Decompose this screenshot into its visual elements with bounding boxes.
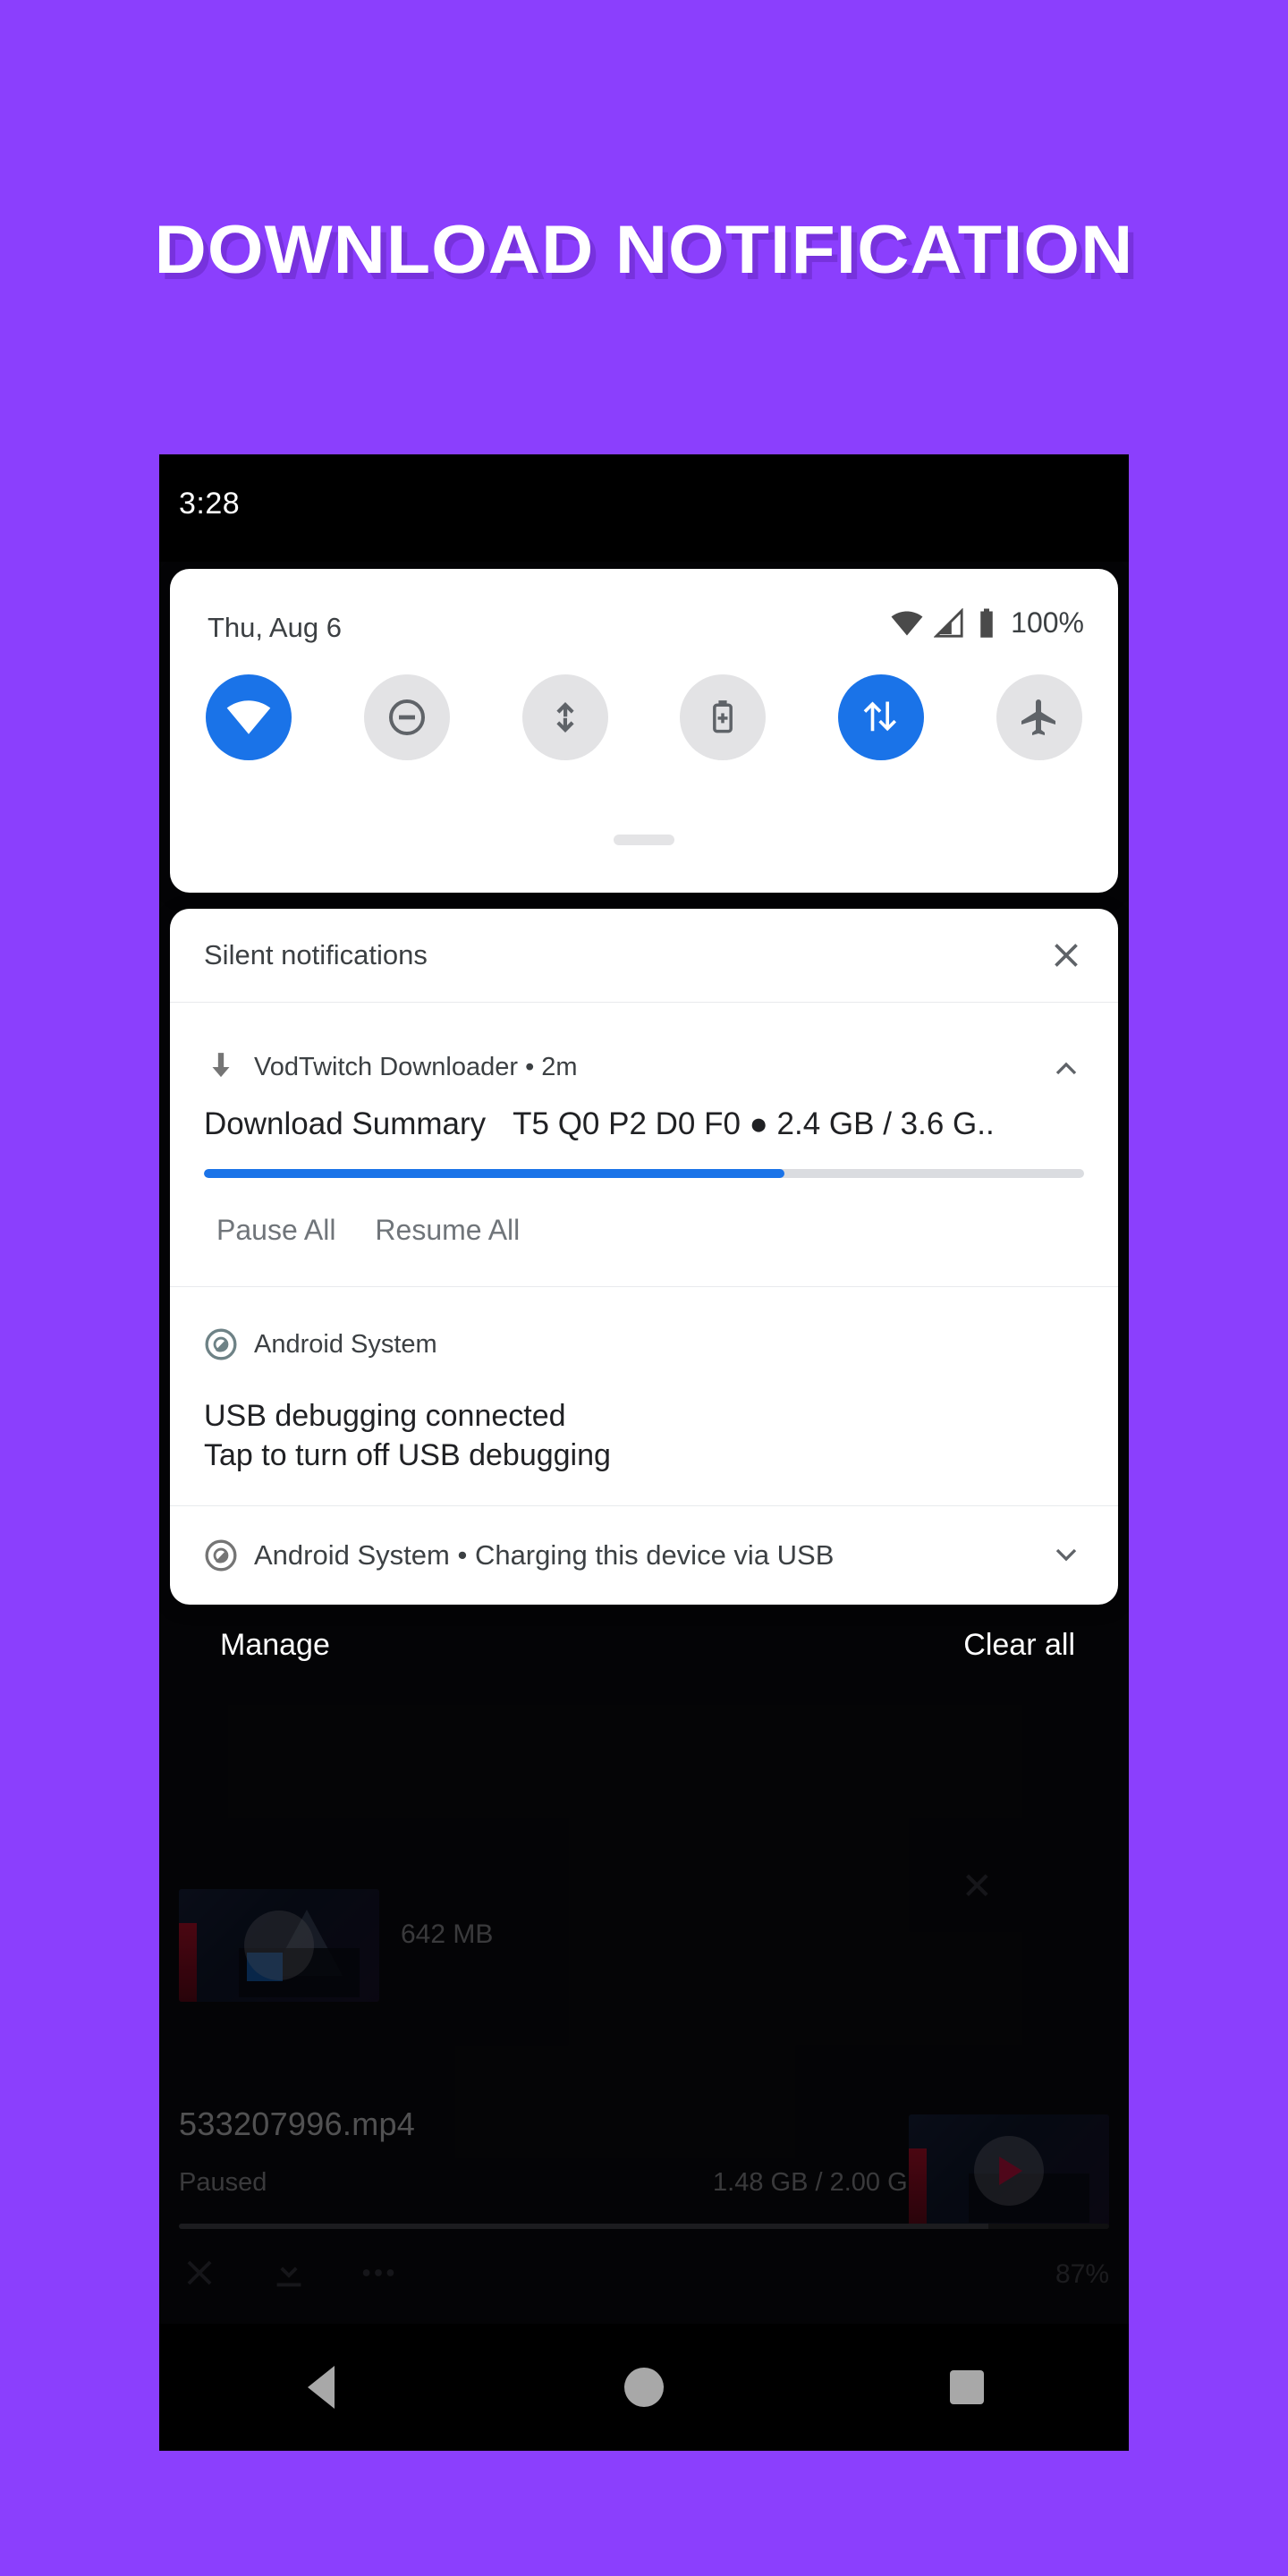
- download-progress-bar: [204, 1169, 1084, 1178]
- download-summary-row: Download Summary T5 Q0 P2 D0 F0 ● 2.4 GB…: [170, 1099, 1118, 1142]
- qs-date: Thu, Aug 6: [208, 612, 342, 643]
- notification-app-name: Android System: [254, 1329, 437, 1359]
- app-name-text: VodTwitch Downloader: [254, 1052, 518, 1081]
- wifi-icon: [226, 700, 271, 734]
- auto-rotate-icon: [555, 702, 574, 733]
- qs-tile-wifi[interactable]: [206, 674, 292, 760]
- notification-subtitle: Tap to turn off USB debugging: [204, 1438, 611, 1473]
- shade-footer: Manage Clear all: [159, 1608, 1129, 1694]
- notification-usb-debugging[interactable]: Android System USB debugging connected T…: [170, 1287, 1118, 1507]
- phone-frame: 642 MB ✕ 533207996.mp4 Paused 1.48 GB / …: [159, 454, 1129, 2451]
- download-summary-title: Download Summary: [204, 1106, 487, 1141]
- resume-all-button[interactable]: Resume All: [355, 1201, 539, 1259]
- notification-app-row: Android System: [170, 1312, 1118, 1377]
- notification-download-summary[interactable]: VodTwitch Downloader • 2m Download Summa…: [170, 1003, 1118, 1287]
- notification-app-row: VodTwitch Downloader • 2m: [170, 1035, 1118, 1099]
- back-triangle-icon: [307, 2366, 335, 2409]
- nav-recents-button[interactable]: [913, 2343, 1021, 2432]
- notification-body: USB debugging connected Tap to turn off …: [170, 1377, 1118, 1475]
- silent-notifications-header: Silent notifications: [170, 909, 1118, 1003]
- cell-signal-icon: [934, 607, 963, 638]
- download-action-row: Pause All Resume All: [170, 1178, 1118, 1286]
- download-summary-detail: T5 Q0 P2 D0 F0 ● 2.4 GB / 3.6 G..: [513, 1106, 995, 1141]
- notification-app-name: VodTwitch Downloader • 2m: [254, 1053, 578, 1082]
- qs-drag-handle[interactable]: [614, 835, 674, 845]
- download-arrow-icon: [212, 1053, 230, 1078]
- qs-tile-mobile-data[interactable]: [838, 674, 925, 760]
- home-circle-icon: [623, 2368, 664, 2407]
- status-bar: 3:28: [159, 454, 1129, 562]
- separator: •: [525, 1052, 535, 1081]
- notification-title: USB debugging connected: [204, 1399, 566, 1433]
- notification-charging[interactable]: Android System • Charging this device vi…: [170, 1506, 1118, 1605]
- clear-all-button[interactable]: Clear all: [963, 1628, 1075, 1663]
- pause-all-button[interactable]: Pause All: [197, 1201, 355, 1259]
- app-name-text: Android System: [254, 1539, 450, 1572]
- battery-saver-icon: [713, 700, 733, 733]
- android-system-icon: [205, 1328, 237, 1360]
- airplane-icon: [1021, 699, 1055, 735]
- android-system-icon: [205, 1539, 237, 1572]
- mobile-data-icon: [863, 701, 897, 732]
- chevron-down-icon[interactable]: [1048, 1537, 1084, 1572]
- qs-tile-airplane-mode[interactable]: [996, 674, 1082, 760]
- do-not-disturb-icon: [388, 699, 425, 735]
- navigation-bar: [159, 2324, 1129, 2451]
- notification-time: 2m: [541, 1052, 578, 1081]
- page-title: DOWNLOAD NOTIFICATION: [154, 212, 1134, 288]
- quick-settings-panel: Thu, Aug 6 100%: [170, 569, 1118, 893]
- qs-tile-auto-rotate[interactable]: [521, 674, 608, 760]
- chevron-up-icon[interactable]: [1048, 1051, 1084, 1087]
- qs-tile-battery-saver[interactable]: [680, 674, 767, 760]
- close-icon[interactable]: [1046, 936, 1086, 975]
- status-clock: 3:28: [179, 487, 241, 521]
- battery-percent: 100%: [1011, 606, 1084, 639]
- notification-title: Charging this device via USB: [474, 1539, 835, 1572]
- notification-app-name: Android System • Charging this device vi…: [254, 1539, 834, 1572]
- wifi-icon: [891, 611, 923, 635]
- qs-status-icons: 100%: [891, 606, 1084, 640]
- qs-tile-row: [206, 674, 1082, 760]
- notification-shade: Silent notifications VodTwitch Downloade…: [170, 909, 1118, 1606]
- recents-square-icon: [950, 2370, 985, 2404]
- nav-back-button[interactable]: [267, 2343, 375, 2432]
- manage-button[interactable]: Manage: [220, 1628, 330, 1663]
- separator: •: [457, 1539, 468, 1572]
- battery-icon: [980, 608, 993, 638]
- qs-tile-do-not-disturb[interactable]: [363, 674, 450, 760]
- nav-home-button[interactable]: [590, 2343, 698, 2432]
- section-title: Silent notifications: [204, 939, 428, 970]
